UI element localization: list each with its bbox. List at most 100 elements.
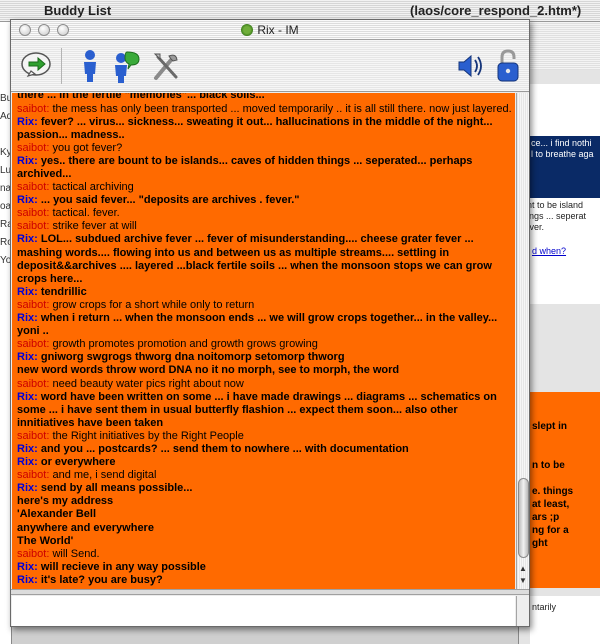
chat-nick: saibot:: [17, 181, 53, 194]
chat-nick: saibot:: [17, 220, 53, 233]
background-text-line: ars ;p: [532, 512, 560, 523]
chat-message: there ... in the fertile "memories"... b…: [17, 93, 512, 103]
chat-nick: saibot:: [17, 298, 53, 311]
chat-message: saibot: the mess has only been transport…: [17, 103, 512, 116]
scroll-up-arrow[interactable]: ▲: [517, 563, 529, 575]
background-text-line: [532, 472, 598, 485]
chat-text: and me, i send digital: [52, 469, 157, 482]
chat-nick: saibot:: [17, 429, 53, 442]
chat-text: when i return ... when the monsoon ends …: [17, 312, 498, 338]
chat-message: anywhere and everywhere: [17, 522, 512, 535]
chat-message: Rix: ... you said fever... "deposits are…: [17, 194, 512, 207]
chat-message: Rix: and you ... postcards? ... send the…: [17, 443, 512, 456]
chat-text: gniworg swgrogs thworg dna noitomorp set…: [40, 351, 345, 364]
chat-transcript[interactable]: there ... in the fertile "memories"... b…: [12, 93, 515, 589]
chat-nick: Rix:: [17, 285, 41, 298]
chat-text: 'Alexander Bell: [17, 508, 97, 521]
chat-nick: Rix:: [17, 390, 41, 403]
chat-message: saibot: strike fever at will: [17, 220, 512, 233]
chat-nick: Rix:: [17, 442, 41, 455]
background-strip: [12, 626, 518, 644]
send-message-icon[interactable]: [19, 48, 53, 84]
chat-message: Rix: when i return ... when the monsoon …: [17, 312, 512, 338]
chat-message: new word words throw word DNA no it no m…: [17, 364, 512, 377]
chat-text: strike fever at will: [52, 220, 137, 233]
chat-nick: Rix:: [17, 456, 41, 469]
background-text-line: l to breathe aga: [531, 149, 594, 159]
chat-message: Rix: word have been written on some ... …: [17, 391, 512, 430]
chat-text: and you ... postcards? ... send them to …: [40, 442, 409, 455]
chat-message: saibot: will Send.: [17, 548, 512, 561]
chat-scroll-thumb[interactable]: [518, 478, 529, 558]
chat-message: Rix: it's late? you are busy?: [17, 574, 512, 587]
chat-text: grow crops for a short while only to ret…: [52, 298, 255, 311]
editor-link[interactable]: d when?: [532, 246, 566, 256]
chat-message: Rix: or everywhere: [17, 456, 512, 469]
preferences-icon[interactable]: [149, 48, 183, 84]
chat-nick: Rix:: [17, 560, 41, 573]
chat-text: tactical. fever.: [52, 207, 120, 220]
chat-nick: saibot:: [17, 469, 53, 482]
chat-text: LOL... subdued archive fever ... fever o…: [17, 233, 492, 285]
secure-lock-icon[interactable]: [491, 48, 525, 84]
chat-message: Rix: fever? ... virus... sickness... swe…: [17, 116, 512, 142]
chat-message: saibot: you got fever?: [17, 142, 512, 155]
im-toolbar: [11, 40, 529, 92]
chat-nick: Rix:: [17, 351, 41, 364]
chat-nick: Rix:: [17, 115, 41, 128]
chat-nick: Rix:: [17, 482, 41, 495]
scroll-down-arrow[interactable]: ▼: [517, 575, 529, 587]
chat-nick: saibot:: [17, 338, 53, 351]
background-text-line: fever.: [522, 222, 545, 232]
volume-icon[interactable]: [453, 48, 487, 84]
chat-text: anywhere and everywhere: [17, 521, 154, 534]
background-text-line: slept in: [532, 421, 568, 432]
chat-text: send by all means possible...: [40, 482, 193, 495]
chat-message: here's my address: [17, 495, 512, 508]
chat-message: Rix: will recieve in any way possible: [17, 561, 512, 574]
background-text-line: n to be: [532, 460, 565, 471]
chat-message: saibot: need beauty water pics right abo…: [17, 378, 512, 391]
chat-nick: saibot:: [17, 141, 53, 154]
chat-message: saibot: tactical. fever.: [17, 207, 512, 220]
chat-scrollbar[interactable]: ▲ ▼: [516, 93, 529, 589]
chat-nick: Rix:: [17, 312, 41, 325]
editor-title: (laos/core_respond_2.htm*): [410, 3, 582, 18]
chat-message: saibot: grow crops for a short while onl…: [17, 299, 512, 312]
warn-buddy-icon[interactable]: [109, 48, 143, 84]
buddy-list-title: Buddy List: [44, 3, 112, 18]
chat-messages: there ... in the fertile "memories"... b…: [17, 93, 512, 587]
window-title-wrap: Rix - IM: [11, 23, 529, 37]
message-input[interactable]: [12, 596, 515, 626]
im-titlebar[interactable]: Rix - IM: [11, 20, 529, 40]
editor-toolbar: [518, 22, 600, 70]
background-text-line: [532, 433, 598, 446]
background-text-line: ght: [532, 538, 548, 549]
chat-message: Rix: LOL... subdued archive fever ... fe…: [17, 233, 512, 285]
pane-splitter[interactable]: [11, 589, 529, 595]
chat-text: will Send.: [52, 547, 100, 560]
chat-text: need beauty water pics right about now: [52, 377, 244, 390]
buddy-status-icon: [241, 24, 254, 36]
background-text-line: [532, 394, 598, 407]
chat-text: or everywhere: [40, 456, 116, 469]
background-text-line: [532, 407, 598, 420]
chat-nick: Rix:: [17, 194, 41, 207]
editor-selected-text: ce... i find nothi l to breathe aga: [528, 136, 600, 198]
chat-text: yes.. there are bount to be islands... c…: [17, 154, 473, 180]
chat-nick: saibot:: [17, 377, 53, 390]
chat-message: Rix: tendrillic: [17, 286, 512, 299]
input-scrollbar[interactable]: [516, 596, 529, 626]
window-title: Rix - IM: [257, 23, 299, 37]
chat-text: fever? ... virus... sickness... sweating…: [17, 115, 493, 141]
chat-text: you got fever?: [52, 141, 123, 154]
buddy-info-icon[interactable]: [73, 48, 107, 84]
background-text-line: ng for a: [532, 525, 569, 536]
chat-message: The World': [17, 535, 512, 548]
chat-text: it's late? you are busy?: [40, 573, 163, 586]
chat-message: Rix: send by all means possible...: [17, 482, 512, 495]
background-text-line: at least,: [532, 499, 570, 510]
chat-message: Rix: gniworg swgrogs thworg dna noitomor…: [17, 351, 512, 364]
chat-text: will recieve in any way possible: [40, 560, 206, 573]
chat-nick: Rix:: [17, 154, 41, 167]
